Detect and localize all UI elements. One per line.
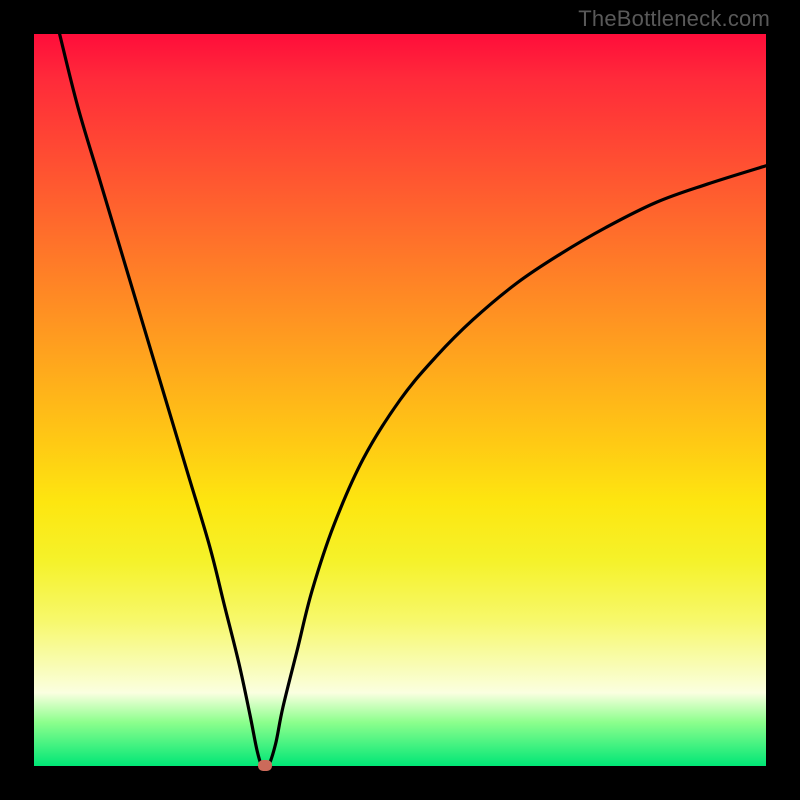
plot-area bbox=[34, 34, 766, 766]
chart-frame: TheBottleneck.com bbox=[0, 0, 800, 800]
minimum-marker bbox=[258, 760, 272, 771]
bottleneck-curve bbox=[34, 34, 766, 766]
attribution-label: TheBottleneck.com bbox=[578, 6, 770, 32]
